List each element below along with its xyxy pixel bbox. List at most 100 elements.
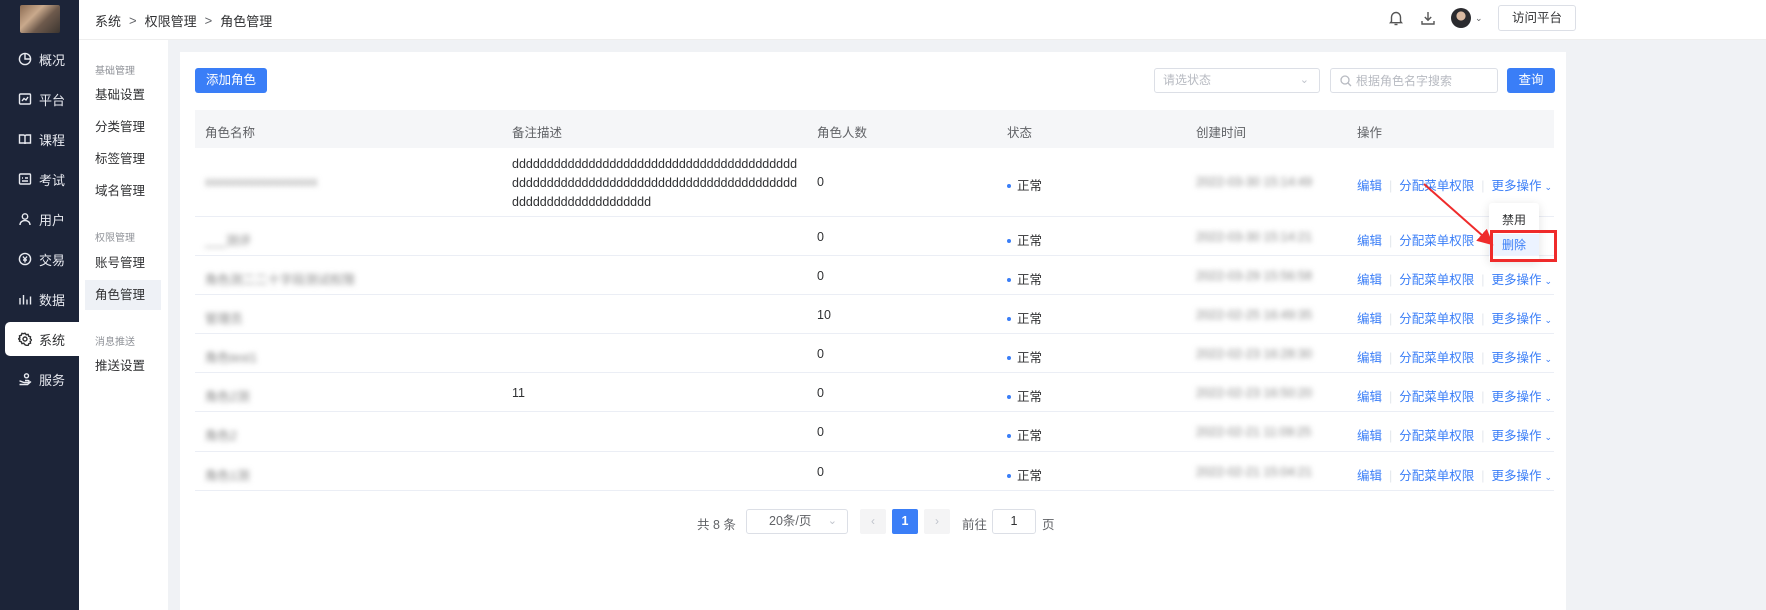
- more-actions-button[interactable]: 更多操作 ⌄: [1492, 469, 1553, 483]
- menu-group-title: 消息推送: [95, 337, 135, 348]
- assign-menu-permission-button[interactable]: 分配菜单权限: [1399, 273, 1474, 287]
- breadcrumb-system[interactable]: 系统: [95, 11, 121, 30]
- role-description: 11: [512, 386, 525, 400]
- sidebar-item-exam[interactable]: 考试: [0, 162, 79, 196]
- sidebar-item-data[interactable]: 数据: [0, 282, 79, 316]
- menu-item-accounts[interactable]: 账号管理: [85, 248, 161, 278]
- sidebar-item-transaction[interactable]: 交易: [0, 242, 79, 276]
- sidebar-item-label: 课程: [39, 132, 66, 148]
- table-row: 角色测二二十字段测试权限 0 正常 2022-03-29 15:56:58 编辑…: [195, 256, 1554, 295]
- page-size-select[interactable]: 20条/页 ⌄: [746, 509, 848, 534]
- table-row: 角色1测 0 正常 2022-02-21 15:04:21 编辑 | 分配菜单权限 |…: [195, 452, 1554, 491]
- bell-icon[interactable]: [1387, 9, 1405, 27]
- assign-menu-permission-button[interactable]: 分配菜单权限: [1399, 234, 1474, 248]
- role-count: 0: [817, 425, 824, 439]
- assign-menu-permission-button[interactable]: 分配菜单权限: [1399, 390, 1474, 404]
- created-time: 2022-03-30 15:14:49: [1196, 175, 1313, 189]
- menu-item-push[interactable]: 推送设置: [85, 351, 161, 381]
- book-icon: [18, 132, 32, 146]
- sidebar-item-course[interactable]: 课程: [0, 122, 79, 156]
- column-header-actions: 操作: [1357, 126, 1383, 140]
- sidebar-item-user[interactable]: 用户: [0, 202, 79, 236]
- menu-item-category[interactable]: 分类管理: [85, 112, 161, 142]
- role-name: xxxxxxxxxxxxxxxxxx: [205, 175, 318, 189]
- edit-button[interactable]: 编辑: [1357, 273, 1382, 287]
- column-header-time: 创建时间: [1196, 126, 1247, 140]
- role-name: 角色测二二十字段测试权限: [205, 273, 356, 287]
- top-header: 系统 > 权限管理 > 角色管理 ⌄ 访问平台: [79, 0, 1766, 40]
- status-dot-icon: [1007, 394, 1011, 399]
- role-count: 10: [817, 308, 831, 322]
- assign-menu-permission-button[interactable]: 分配菜单权限: [1399, 469, 1474, 483]
- goto-page-input[interactable]: 1: [992, 509, 1036, 534]
- brand-logo[interactable]: [20, 5, 60, 33]
- row-actions: 编辑 | 分配菜单权限 | 更多操作 ⌄: [1357, 429, 1553, 443]
- column-header-count: 角色人数: [817, 126, 868, 140]
- status-dot-icon: [1007, 316, 1011, 321]
- menu-item-domain[interactable]: 域名管理: [85, 176, 161, 206]
- chevron-down-icon: ⌄: [827, 515, 837, 527]
- role-count: 0: [817, 230, 824, 244]
- query-button[interactable]: 查询: [1507, 68, 1555, 93]
- role-description: dddddddddddddddddddddddddddddddddddddddd…: [512, 157, 798, 209]
- edit-button[interactable]: 编辑: [1357, 429, 1382, 443]
- assign-menu-permission-button[interactable]: 分配菜单权限: [1399, 179, 1474, 193]
- menu-item-basic-settings[interactable]: 基础设置: [85, 80, 161, 110]
- chevron-down-icon: ⌄: [1544, 315, 1553, 325]
- menu-item-roles[interactable]: 角色管理: [85, 280, 161, 310]
- table-row: xxxxxxxxxxxxxxxxxx ddddddddddddddddddddd…: [195, 148, 1554, 217]
- role-name: 角色1测: [205, 469, 250, 483]
- download-icon[interactable]: [1419, 9, 1437, 27]
- role-name: 角色2测: [205, 390, 250, 404]
- more-actions-button[interactable]: 更多操作 ⌄: [1492, 429, 1553, 443]
- row-actions: 编辑 | 分配菜单权限 | 更多操作 ⌄: [1357, 273, 1553, 287]
- page-number-current[interactable]: 1: [892, 509, 918, 534]
- visit-platform-button[interactable]: 访问平台: [1498, 5, 1576, 31]
- assign-menu-permission-button[interactable]: 分配菜单权限: [1399, 351, 1474, 365]
- status-select-placeholder: 请选状态: [1163, 73, 1212, 87]
- edit-button[interactable]: 编辑: [1357, 351, 1382, 365]
- sidebar-item-label: 服务: [39, 372, 66, 388]
- search-input[interactable]: [1356, 73, 1496, 88]
- breadcrumb-permission[interactable]: 权限管理: [145, 11, 197, 30]
- menu-item-disable[interactable]: 禁用: [1489, 209, 1539, 231]
- next-page-button[interactable]: ›: [924, 509, 950, 534]
- created-time: 2022-03-30 15:14:21: [1196, 230, 1313, 244]
- menu-item-tags[interactable]: 标签管理: [85, 144, 161, 174]
- row-actions: 编辑 | 分配菜单权限 | 更多操作 ⌄: [1357, 312, 1553, 326]
- chevron-down-icon: ⌄: [1544, 472, 1553, 482]
- breadcrumb-separator-icon: >: [129, 13, 137, 28]
- sidebar-item-platform[interactable]: 平台: [0, 82, 79, 116]
- sidebar-item-system[interactable]: 系统: [5, 322, 79, 356]
- sidebar-item-service[interactable]: 服务: [0, 362, 79, 396]
- edit-button[interactable]: 编辑: [1357, 390, 1382, 404]
- search-box[interactable]: [1330, 68, 1498, 93]
- more-actions-button[interactable]: 更多操作 ⌄: [1492, 351, 1553, 365]
- platform-icon: [18, 92, 32, 106]
- assign-menu-permission-button[interactable]: 分配菜单权限: [1399, 312, 1474, 326]
- more-actions-button[interactable]: 更多操作 ⌄: [1492, 312, 1553, 326]
- edit-button[interactable]: 编辑: [1357, 179, 1382, 193]
- menu-group-title: 基础管理: [95, 66, 135, 77]
- add-role-button[interactable]: 添加角色: [195, 68, 267, 93]
- more-actions-button[interactable]: 更多操作 ⌄: [1492, 273, 1553, 287]
- chevron-down-icon[interactable]: ⌄: [1475, 13, 1483, 24]
- edit-button[interactable]: 编辑: [1357, 469, 1382, 483]
- avatar[interactable]: [1451, 8, 1471, 28]
- assign-menu-permission-button[interactable]: 分配菜单权限: [1399, 429, 1474, 443]
- more-actions-button[interactable]: 更多操作 ⌄: [1492, 179, 1553, 193]
- status-badge: 正常: [1007, 386, 1042, 405]
- exam-icon: [18, 172, 32, 186]
- more-actions-button[interactable]: 更多操作 ⌄: [1492, 390, 1553, 404]
- edit-button[interactable]: 编辑: [1357, 234, 1382, 248]
- goto-label: 前往: [962, 518, 988, 532]
- status-badge: 正常: [1007, 269, 1042, 288]
- chevron-down-icon: ⌄: [1544, 276, 1553, 286]
- sidebar-item-overview[interactable]: 概况: [0, 42, 79, 76]
- status-badge: 正常: [1007, 308, 1042, 327]
- edit-button[interactable]: 编辑: [1357, 312, 1382, 326]
- prev-page-button[interactable]: ‹: [860, 509, 886, 534]
- status-select[interactable]: 请选状态 ⌄: [1154, 68, 1320, 93]
- created-time: 2022-02-21 15:04:21: [1196, 465, 1313, 479]
- service-icon: [18, 372, 32, 386]
